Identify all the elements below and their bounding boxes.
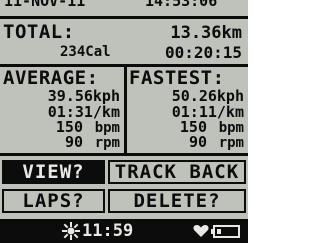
delete-button[interactable]: DELETE? xyxy=(108,189,246,213)
header-date: 11-NOV-11 xyxy=(4,0,86,10)
total-label: TOTAL: xyxy=(3,21,75,43)
battery-icon xyxy=(211,225,240,238)
fastest-cadence-unit: rpm xyxy=(218,135,244,151)
average-cadence-unit: rpm xyxy=(94,135,120,151)
delete-button-label: DELETE? xyxy=(133,190,221,212)
fastest-cadence-value: 90 xyxy=(188,133,207,151)
status-bar: 11:59 xyxy=(0,219,248,243)
laps-button[interactable]: LAPS? xyxy=(2,189,105,213)
average-cadence-value: 90 xyxy=(64,133,83,151)
header-divider xyxy=(0,16,248,19)
view-button[interactable]: VIEW? xyxy=(2,160,105,184)
track-back-button-label: TRACK BACK xyxy=(114,161,240,183)
device-screen: 11-NOV-11 14:53:06 TOTAL: 13.36km 234Cal… xyxy=(0,0,248,243)
total-calories: 234Cal xyxy=(60,44,111,60)
fastest-heart-rate-unit: bpm xyxy=(218,120,244,136)
view-button-label: VIEW? xyxy=(22,161,85,183)
average-heart-rate-unit: bpm xyxy=(94,120,120,136)
stats-divider xyxy=(0,153,248,156)
fastest-label: FASTEST: xyxy=(129,67,225,89)
average-label: AVERAGE: xyxy=(3,67,99,89)
fastest-speed: 50.26kph xyxy=(171,87,244,105)
header-time: 14:53:06 xyxy=(145,0,218,10)
header-bar: 11-NOV-11 14:53:06 xyxy=(0,0,248,16)
column-divider xyxy=(124,66,127,155)
total-distance: 13.36km xyxy=(170,23,242,43)
status-clock: 11:59 xyxy=(82,221,134,241)
track-back-button[interactable]: TRACK BACK xyxy=(108,160,246,184)
total-duration: 00:20:15 xyxy=(164,43,242,62)
sun-icon xyxy=(62,222,80,240)
average-speed: 39.56kph xyxy=(47,87,120,105)
heart-icon xyxy=(193,225,209,237)
laps-button-label: LAPS? xyxy=(22,190,85,212)
